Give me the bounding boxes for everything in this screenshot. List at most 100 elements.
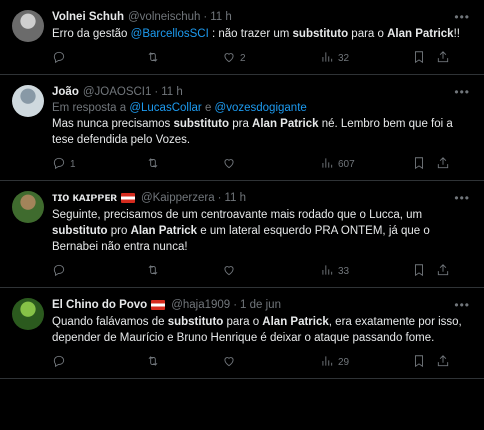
avatar[interactable] [12,191,44,223]
reply-button[interactable]: 1 [52,156,146,173]
like-button[interactable]: 2 [222,50,320,67]
mention-link[interactable]: @BarcellosSCI [131,28,209,40]
bookmark-button[interactable] [412,156,436,173]
flag-icon [151,300,166,310]
highlight-term: Alan Patrick [252,118,319,130]
retweet-button[interactable] [146,263,222,280]
reply-button[interactable] [52,263,146,280]
reply-icon [52,156,66,173]
reply-joiner: e [201,102,215,114]
reply-button[interactable] [52,50,146,67]
tweet[interactable]: ••• El Chino do Povo @haja1909 · 1 de jun Qua… [0,288,484,379]
tweet-text: Erro da gestão @BarcellosSCI : não traze… [52,26,472,42]
display-name[interactable]: Volnei Schuh [52,10,124,25]
reply-prefix: Em resposta a [52,102,130,114]
mention-link[interactable]: @LucasCollar [129,102,201,114]
separator-dot: · [217,191,222,204]
reply-icon [52,354,66,371]
tweet[interactable]: ••• Volnei Schuh @volneischuh · 11 h Erro da … [0,0,484,75]
separator-dot: · [203,10,208,23]
retweet-button[interactable] [146,50,222,67]
tweet-text: Mas nunca precisamos substituto pra Alan… [52,116,472,148]
views-chart-icon [320,263,334,280]
text-segment: Mas nunca precisamos [52,118,174,130]
action-bar: 33 [52,255,472,287]
tweet[interactable]: ••• João @JOAOSCI1 · 11 h Em resposta a @Luca… [0,75,484,181]
text-segment: para o [348,28,388,40]
user-handle[interactable]: @JOAOSCI1 [83,85,152,100]
timestamp[interactable]: 11 h [224,191,246,206]
user-handle[interactable]: @volneischuh [128,10,200,25]
action-bar: 2 32 [52,42,472,74]
text-segment: !! [453,28,460,40]
views-button[interactable]: 32 [320,50,412,67]
separator-dot: · [154,85,159,98]
retweet-button[interactable] [146,354,222,371]
share-icon [436,354,450,371]
tweet-header: ᴛɪᴏ ᴋᴀɪᴘᴘᴇʀ @Kaipperzera · 11 h [52,189,472,207]
reply-button[interactable] [52,354,146,371]
timestamp[interactable]: 11 h [161,85,183,100]
action-bar: 1 607 [52,148,472,180]
heart-icon [222,50,236,67]
more-dots-icon[interactable]: ••• [454,191,470,205]
views-button[interactable]: 29 [320,354,412,371]
views-count: 33 [338,265,350,277]
highlight-term: substituto [292,28,349,40]
tweet-header: Volnei Schuh @volneischuh · 11 h [52,8,472,26]
user-handle[interactable]: @Kaipperzera [141,191,215,206]
views-button[interactable]: 33 [320,263,412,280]
display-name[interactable]: ᴛɪᴏ ᴋᴀɪᴘᴘᴇʀ [52,191,117,206]
text-segment: Erro da gestão [52,28,131,40]
share-button[interactable] [436,156,456,173]
share-button[interactable] [436,50,456,67]
bookmark-button[interactable] [412,50,436,67]
views-button[interactable]: 607 [320,156,412,173]
timestamp[interactable]: 11 h [210,10,232,25]
more-dots-icon[interactable]: ••• [454,298,470,312]
like-button[interactable] [222,263,320,280]
separator-dot: · [233,298,238,311]
views-chart-icon [320,156,334,173]
bookmark-button[interactable] [412,263,436,280]
avatar[interactable] [12,10,44,42]
bookmark-button[interactable] [412,354,436,371]
share-icon [436,156,450,173]
text-segment: Seguinte, precisamos de um centroavante … [52,209,423,221]
tweet-header: João @JOAOSCI1 · 11 h [52,83,472,101]
tweet-header: El Chino do Povo @haja1909 · 1 de jun [52,296,472,314]
share-icon [436,263,450,280]
avatar[interactable] [12,298,44,330]
reply-context: Em resposta a @LucasCollar e @vozesdogig… [52,101,472,116]
views-count: 29 [338,356,350,368]
views-chart-icon [320,354,334,371]
display-name[interactable]: João [52,85,79,100]
timestamp[interactable]: 1 de jun [240,298,281,313]
heart-icon [222,354,236,371]
highlight-term: substituto [167,316,224,328]
tweet[interactable]: ••• ᴛɪᴏ ᴋᴀɪᴘᴘᴇʀ @Kaipperzera · 11 h Seguinte,… [0,181,484,288]
mention-link[interactable]: @vozesdogigante [215,102,307,114]
text-segment: pro [107,225,131,237]
text-segment: pra [229,118,253,130]
highlight-term: Alan Patrick [387,28,454,40]
retweet-button[interactable] [146,156,222,173]
text-segment: : não trazer um [208,28,293,40]
text-segment: para o [223,316,263,328]
tweet-text: Seguinte, precisamos de um centroavante … [52,207,472,255]
replies-count: 1 [70,158,76,170]
share-button[interactable] [436,354,456,371]
highlight-term: substituto [52,225,108,237]
more-dots-icon[interactable]: ••• [454,10,470,24]
like-button[interactable] [222,354,320,371]
user-handle[interactable]: @haja1909 [171,298,230,313]
more-dots-icon[interactable]: ••• [454,85,470,99]
bookmark-icon [412,50,426,67]
views-chart-icon [320,50,334,67]
share-button[interactable] [436,263,456,280]
display-name[interactable]: El Chino do Povo [52,298,147,313]
avatar[interactable] [12,85,44,117]
heart-icon [222,263,236,280]
like-button[interactable] [222,156,320,173]
bookmark-icon [412,263,426,280]
